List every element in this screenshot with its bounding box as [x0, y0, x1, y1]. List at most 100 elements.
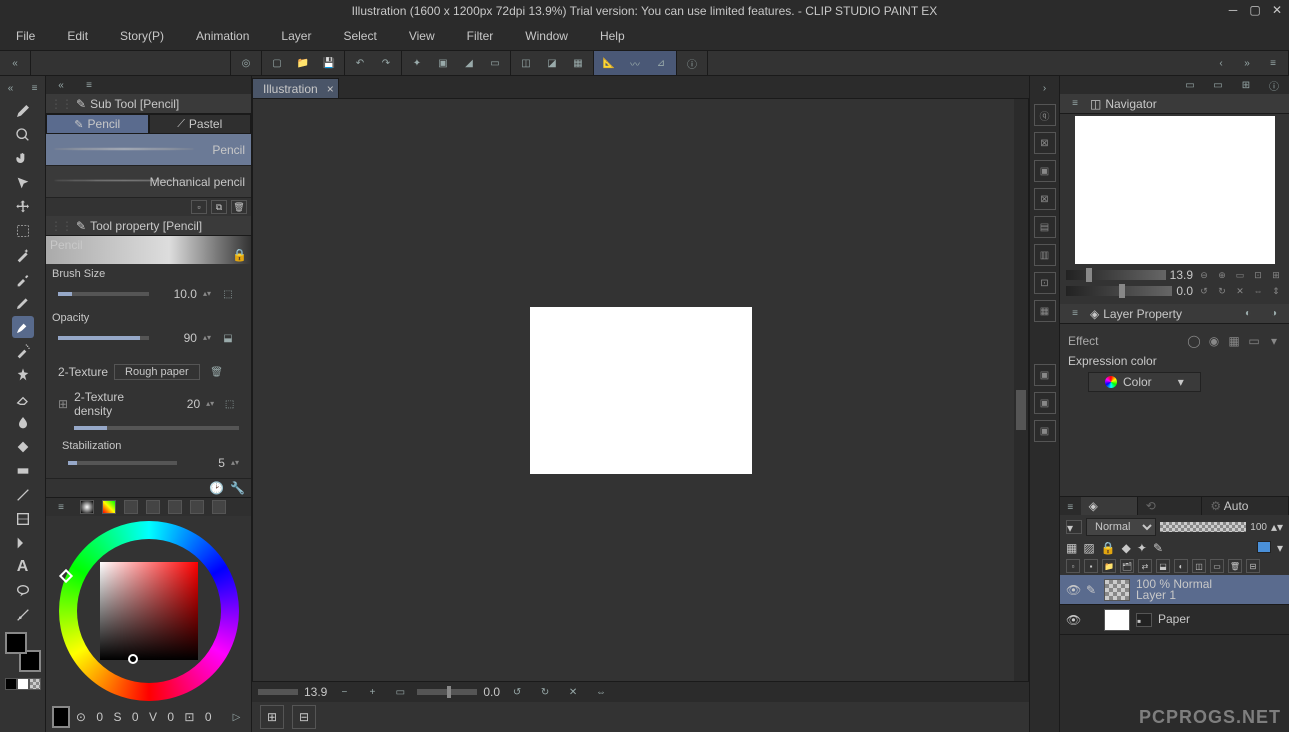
reset-angle-icon[interactable]: ✕	[562, 682, 584, 702]
expr-dropdown[interactable]: Color ▾	[1088, 372, 1201, 392]
material-10-icon[interactable]: ▣	[1034, 420, 1056, 442]
close-button[interactable]: ✕	[1269, 2, 1285, 18]
lock-alpha-icon[interactable]: 🔒	[1101, 541, 1116, 555]
menu-story[interactable]: Story(P)	[110, 25, 174, 47]
flip-h-icon[interactable]: ⇔	[1251, 284, 1265, 298]
ruler-tool-icon[interactable]	[12, 532, 34, 554]
menu-icon[interactable]: ≡	[1060, 497, 1081, 517]
delete-layer-icon[interactable]: 🗑	[1228, 559, 1242, 573]
new-brush-icon[interactable]: ▫	[191, 200, 207, 214]
menu-edit[interactable]: Edit	[57, 25, 98, 47]
2pane-icon[interactable]: ⊟	[1246, 559, 1260, 573]
zoom-out-icon[interactable]: −	[333, 682, 355, 702]
menu-select[interactable]: Select	[333, 25, 386, 47]
crop-icon[interactable]: ▭	[484, 53, 506, 73]
menu-layer[interactable]: Layer	[271, 25, 321, 47]
chevrons-left-icon[interactable]: «	[4, 53, 26, 73]
new-raster-icon[interactable]: ▫	[1066, 559, 1080, 573]
brush-size-value[interactable]: 10.0	[155, 287, 197, 301]
color-swatch[interactable]	[5, 632, 41, 672]
opacity-value[interactable]: 90	[155, 331, 197, 345]
sv-box[interactable]	[100, 562, 198, 660]
new-icon[interactable]: ▢	[266, 53, 288, 73]
tab-layer[interactable]: ◈ Layer	[1081, 497, 1138, 515]
frame-icon[interactable]: ▭	[1210, 559, 1224, 573]
brush-size-slider[interactable]	[58, 292, 149, 296]
scrollbar-vertical[interactable]	[1014, 99, 1028, 681]
lock-all-icon[interactable]: ▦	[1066, 541, 1077, 555]
effect-more-icon[interactable]: ▾	[1267, 334, 1281, 348]
fit-icon[interactable]: ▭	[389, 682, 411, 702]
subtab-pastel[interactable]: ⟋ Pastel	[149, 114, 252, 134]
minimize-button[interactable]: ─	[1225, 2, 1241, 18]
layer-item-1[interactable]: 👁 ✎ 100 % NormalLayer 1	[1060, 575, 1289, 605]
frame-tool-icon[interactable]	[12, 508, 34, 530]
material-6-icon[interactable]: ⊡	[1034, 272, 1056, 294]
chev-icon[interactable]: ›	[1034, 78, 1056, 98]
fit2-icon[interactable]: ⊡	[1251, 268, 1265, 282]
menu-animation[interactable]: Animation	[186, 25, 259, 47]
decoration-tool-icon[interactable]	[12, 364, 34, 386]
rotate-cw-icon[interactable]: ↻	[534, 682, 556, 702]
opacity-spinner[interactable]: ▴▾	[203, 335, 211, 341]
material-9-icon[interactable]: ▣	[1034, 392, 1056, 414]
lp-tab2-icon[interactable]: ◑	[1263, 304, 1285, 324]
panel-btn-3[interactable]: ⊞	[1235, 75, 1257, 95]
ref-icon[interactable]: ✦	[1137, 541, 1147, 555]
canvas[interactable]	[530, 307, 752, 474]
brush-tool-icon[interactable]	[12, 100, 34, 122]
blend-tool-icon[interactable]	[12, 412, 34, 434]
current-color-swatch[interactable]	[52, 706, 70, 728]
tab-history[interactable]: ⟲ History	[1138, 497, 1203, 515]
chevrons-icon[interactable]: «	[0, 78, 22, 98]
layer-color-icon[interactable]	[1257, 541, 1271, 553]
color-tab-5[interactable]	[168, 500, 182, 514]
mini-swatches[interactable]	[5, 678, 41, 690]
layer-type-icon[interactable]: ▾	[1066, 520, 1082, 534]
zoom-bar[interactable]	[258, 689, 298, 695]
canvas-viewport[interactable]	[252, 98, 1029, 682]
effect-extract-icon[interactable]: ▭	[1247, 334, 1261, 348]
navigator-preview[interactable]	[1060, 114, 1289, 266]
stab-value[interactable]: 5	[183, 456, 225, 470]
fill-tool-icon[interactable]	[12, 436, 34, 458]
color-tab-1[interactable]	[80, 500, 94, 514]
density-spinner[interactable]: ▴▾	[206, 401, 214, 407]
subtab-pencil[interactable]: ✎ Pencil	[46, 114, 149, 134]
layer-opacity-value[interactable]: 100	[1250, 522, 1267, 533]
airbrush-tool-icon[interactable]	[12, 340, 34, 362]
stab-spinner[interactable]: ▴▾	[231, 460, 239, 466]
chevrons-right-1-icon[interactable]: ‹	[1210, 53, 1232, 73]
density-slider[interactable]	[74, 426, 239, 430]
density-link-icon[interactable]: ⬚	[220, 394, 239, 414]
figure-tool-icon[interactable]	[12, 484, 34, 506]
density-value[interactable]: 20	[164, 397, 200, 411]
new-vector-icon[interactable]: ▪	[1084, 559, 1098, 573]
material-7-icon[interactable]: ▦	[1034, 300, 1056, 322]
menu-file[interactable]: File	[6, 25, 45, 47]
reset-icon[interactable]: 🕑	[209, 481, 224, 495]
effect-screen-icon[interactable]: ▦	[1227, 334, 1241, 348]
transfer-icon[interactable]: ⇄	[1138, 559, 1152, 573]
material-1-icon[interactable]: ⊠	[1034, 132, 1056, 154]
chevrons-icon[interactable]: «	[50, 75, 72, 95]
clear-outside-icon[interactable]: ▣	[432, 53, 454, 73]
menu-help[interactable]: Help	[590, 25, 635, 47]
snap-grid-icon[interactable]: ⊿	[650, 53, 672, 73]
material-3-icon[interactable]: ⊠	[1034, 188, 1056, 210]
timeline-icon[interactable]: ⊞	[260, 705, 284, 729]
color-tab-2[interactable]	[102, 500, 116, 514]
wand-tool-icon[interactable]	[12, 244, 34, 266]
balloon-tool-icon[interactable]	[12, 580, 34, 602]
doc-tab-illustration[interactable]: Illustration×	[252, 78, 339, 98]
hand-tool-icon[interactable]	[12, 148, 34, 170]
clipstudio-icon[interactable]: ◎	[235, 53, 257, 73]
new-folder-icon[interactable]: 📁	[1102, 559, 1116, 573]
blend-mode-select[interactable]: Normal	[1086, 518, 1156, 536]
pencil-tool-icon[interactable]	[12, 316, 34, 338]
select-tool-icon[interactable]	[12, 220, 34, 242]
scale-icon[interactable]: ◫	[515, 53, 537, 73]
clip-icon[interactable]: ◆	[1122, 541, 1131, 555]
menu-icon[interactable]: ≡	[1262, 53, 1284, 73]
material-8-icon[interactable]: ▣	[1034, 364, 1056, 386]
